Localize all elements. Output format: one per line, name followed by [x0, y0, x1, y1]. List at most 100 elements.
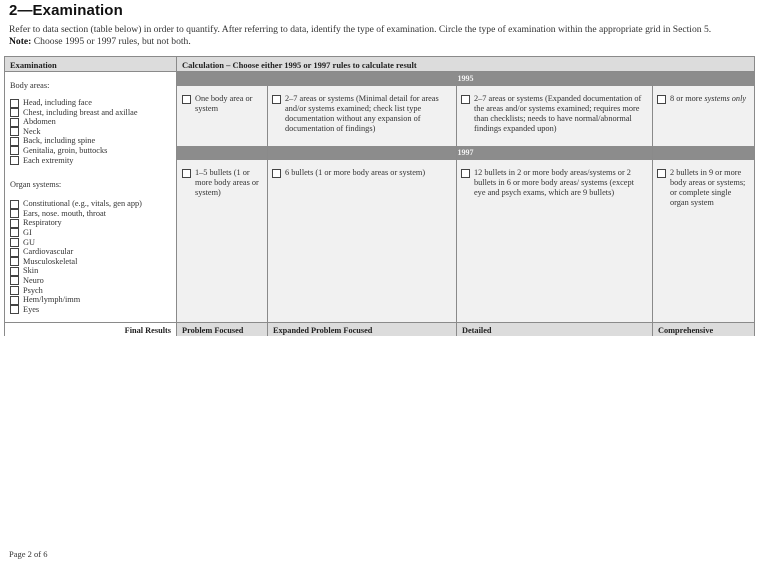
option-text-italic: systems only [704, 94, 747, 103]
checklist-item-label: Abdomen [23, 117, 56, 127]
checklist-item[interactable]: Each extremity [10, 156, 171, 166]
checkbox[interactable] [461, 95, 470, 104]
checklist-item[interactable]: Constitutional (e.g., vitals, gen app) [10, 199, 171, 209]
rule-1997-4: 2 bullets in 9 or more body areas or sys… [652, 160, 754, 322]
year-1995-bar: 1995 [177, 72, 754, 86]
checkbox[interactable] [10, 247, 19, 257]
checklist-item[interactable]: Hem/lymph/imm [10, 295, 171, 305]
option-1997-problem-focused[interactable]: 1–5 bullets (1 or more body areas or sys… [182, 168, 262, 198]
rule-1995-2: 2–7 areas or systems (Minimal detail for… [267, 86, 456, 146]
checklist-item[interactable]: Chest, including breast and axillae [10, 108, 171, 118]
checkbox[interactable] [10, 146, 19, 156]
option-text: One body area or system [195, 94, 253, 113]
option-1995-comprehensive[interactable]: 8 or more systems only [657, 94, 749, 104]
result-problem-focused[interactable]: Problem Focused [177, 322, 267, 336]
checkbox[interactable] [10, 286, 19, 295]
checklist-item[interactable]: Genitalia, groin, buttocks [10, 146, 171, 156]
option-1997-expanded-problem-focused[interactable]: 6 bullets (1 or more body areas or syste… [272, 168, 451, 178]
checklist-item[interactable]: GU [10, 238, 171, 248]
checkbox[interactable] [10, 98, 19, 108]
checklist-item-label: Musculoskeletal [23, 256, 78, 266]
checkbox[interactable] [10, 257, 19, 267]
checkbox[interactable] [10, 228, 19, 238]
instructions: Refer to data section (table below) in o… [9, 24, 759, 48]
rule-1995-1: One body area or system [177, 86, 267, 146]
checkbox[interactable] [10, 305, 19, 315]
checklist-item-label: Each extremity [23, 155, 74, 165]
checklist-item-label: Head, including face [23, 98, 92, 107]
checklist-item[interactable]: Musculoskeletal [10, 257, 171, 267]
final-results-label: Final Results [5, 322, 177, 336]
checkbox[interactable] [10, 199, 19, 209]
checklist-item[interactable]: Cardiovascular [10, 247, 171, 257]
checklist-item-label: Respiratory [23, 218, 62, 228]
examination-table: Examination Calculation – Choose either … [4, 56, 755, 336]
checkbox[interactable] [657, 95, 666, 104]
checklist-item[interactable]: Eyes [10, 305, 171, 315]
checkbox[interactable] [10, 156, 19, 166]
checkbox[interactable] [272, 95, 281, 104]
checklist-item-label: Genitalia, groin, buttocks [23, 145, 108, 155]
note-text: Choose 1995 or 1997 rules, but not both. [31, 36, 191, 47]
option-text: 6 bullets (1 or more body areas or syste… [285, 168, 426, 177]
checklist-item-label: Chest, including breast and axillae [23, 107, 138, 117]
body-areas-label: Body areas: [10, 81, 50, 90]
checklist-item[interactable]: Abdomen [10, 117, 171, 127]
checklist-item[interactable]: Back, including spine [10, 136, 171, 146]
checkbox[interactable] [10, 295, 19, 305]
result-detailed[interactable]: Detailed [457, 322, 652, 336]
intro-text: Refer to data section (table below) in o… [9, 24, 712, 35]
examination-header: Examination [5, 57, 177, 72]
checklist-item[interactable]: Psych [10, 286, 171, 296]
checklist-item[interactable]: GI [10, 228, 171, 238]
note: Note: Choose 1995 or 1997 rules, but not… [9, 36, 759, 48]
checkbox[interactable] [657, 169, 666, 178]
checklist-item-label: GU [23, 237, 35, 247]
checkbox[interactable] [182, 169, 191, 178]
checkbox[interactable] [10, 218, 19, 228]
column-divider [456, 86, 457, 335]
option-text: 2–7 areas or systems (Expanded documenta… [474, 94, 642, 133]
checkbox[interactable] [10, 108, 19, 118]
result-comprehensive[interactable]: Comprehensive [653, 322, 754, 336]
rule-1997-3: 12 bullets in 2 or more body areas/syste… [456, 160, 652, 322]
calculation-header: Calculation – Choose either 1995 or 1997… [177, 57, 754, 72]
section-title: 2—Examination [9, 2, 123, 19]
body-areas-list: Head, including face Chest, including bre… [10, 98, 171, 166]
checkbox[interactable] [10, 238, 19, 248]
examination-column: Body areas: Head, including face Chest, i… [5, 72, 177, 322]
option-text-main: 8 or more [670, 94, 705, 103]
checklist-item[interactable]: Neuro [10, 276, 171, 286]
checklist-item-label: Back, including spine [23, 136, 96, 146]
checkbox[interactable] [10, 209, 19, 219]
checklist-item-label: Neuro [23, 275, 44, 285]
checklist-item-label: Hem/lymph/imm [23, 295, 81, 305]
note-label: Note: [9, 36, 32, 47]
checkbox[interactable] [461, 169, 470, 178]
checklist-item-label: Skin [23, 266, 39, 276]
option-1997-detailed[interactable]: 12 bullets in 2 or more body areas/syste… [461, 168, 647, 198]
checklist-item[interactable]: Ears, nose. mouth, throat [10, 209, 171, 219]
checkbox[interactable] [182, 95, 191, 104]
page-number: Page 2 of 6 [9, 549, 48, 559]
option-1995-problem-focused[interactable]: One body area or system [182, 94, 262, 114]
option-1997-comprehensive[interactable]: 2 bullets in 9 or more body areas or sys… [657, 168, 749, 208]
checklist-item[interactable]: Neck [10, 127, 171, 137]
checklist-item[interactable]: Skin [10, 266, 171, 276]
checklist-item[interactable]: Respiratory [10, 218, 171, 228]
checkbox[interactable] [10, 266, 19, 276]
rule-1997-1: 1–5 bullets (1 or more body areas or sys… [177, 160, 267, 322]
option-text: 2–7 areas or systems (Minimal detail for… [285, 94, 439, 133]
checkbox[interactable] [10, 117, 19, 127]
checkbox[interactable] [10, 276, 19, 286]
checklist-item-label: Cardiovascular [23, 247, 74, 257]
option-1995-detailed[interactable]: 2–7 areas or systems (Expanded documenta… [461, 94, 647, 134]
result-expanded-problem-focused[interactable]: Expanded Problem Focused [268, 322, 456, 336]
option-text: 8 or more systems only [670, 94, 746, 104]
checkbox[interactable] [10, 127, 19, 137]
option-1995-expanded-problem-focused[interactable]: 2–7 areas or systems (Minimal detail for… [272, 94, 451, 134]
checklist-item[interactable]: Head, including face [10, 98, 171, 108]
column-divider [267, 86, 268, 335]
checkbox[interactable] [10, 136, 19, 146]
checkbox[interactable] [272, 169, 281, 178]
